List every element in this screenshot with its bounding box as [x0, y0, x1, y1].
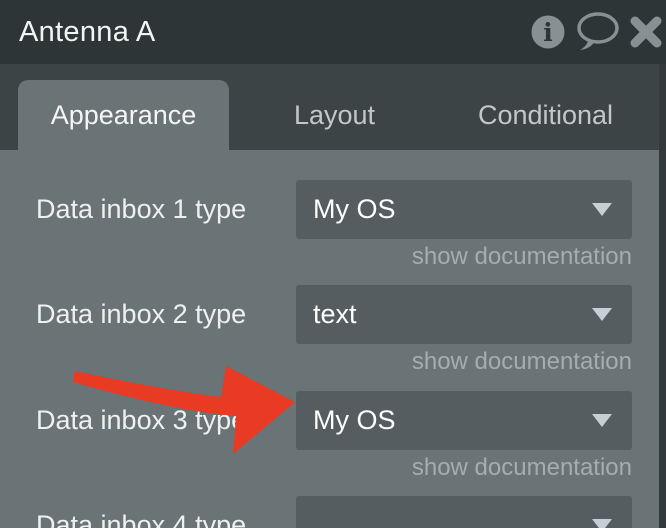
panel-title: Antenna A [19, 15, 156, 48]
field-label: Data inbox 1 type [36, 194, 247, 224]
dropdown-value: My OS [313, 194, 396, 224]
dropdown-value: text [313, 299, 357, 329]
data-inbox-3-type-dropdown[interactable]: My OS [296, 391, 632, 450]
chevron-down-icon [592, 203, 612, 216]
panel-header: Antenna A i [0, 0, 666, 64]
data-inbox-1-type-dropdown[interactable]: My OS [296, 180, 632, 239]
chevron-down-icon [592, 414, 612, 427]
tab-bar: Appearance Layout Conditional [0, 64, 659, 150]
show-documentation-link[interactable]: show documentation [296, 454, 632, 482]
field-label: Data inbox 4 type [36, 510, 247, 528]
header-icon-group: i [531, 0, 663, 64]
data-inbox-2-type-dropdown[interactable]: text [296, 285, 632, 344]
tab-layout[interactable]: Layout [229, 80, 440, 150]
chevron-down-icon [592, 519, 612, 528]
show-documentation-link[interactable]: show documentation [296, 243, 632, 271]
tab-conditional[interactable]: Conditional [440, 80, 651, 150]
property-editor-panel: Antenna A i Appearance Layout Conditiona… [0, 0, 666, 528]
field-label: Data inbox 2 type [36, 299, 247, 329]
field-row-data-inbox-4: Data inbox 4 type [0, 496, 659, 528]
svg-text:i: i [543, 18, 553, 47]
info-icon[interactable]: i [531, 15, 565, 49]
field-label: Data inbox 3 type [36, 405, 247, 435]
tab-appearance[interactable]: Appearance [18, 80, 229, 150]
show-documentation-link[interactable]: show documentation [296, 348, 632, 376]
close-icon[interactable] [629, 15, 663, 49]
tab-row: Appearance Layout Conditional [18, 80, 651, 150]
chevron-down-icon [592, 308, 612, 321]
dropdown-value: My OS [313, 405, 396, 435]
comment-bubble-icon[interactable] [575, 12, 619, 52]
data-inbox-4-type-dropdown[interactable] [296, 496, 632, 528]
